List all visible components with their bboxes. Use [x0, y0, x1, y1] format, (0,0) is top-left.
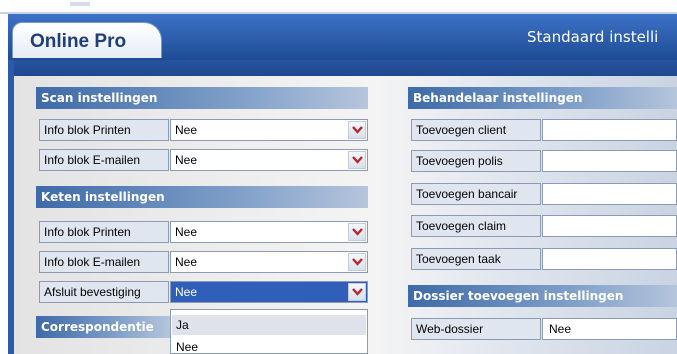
chevron-down-icon	[352, 258, 363, 266]
section-scan-heading: Scan instellingen	[36, 87, 368, 109]
dropdown-option-nee[interactable]: Nee	[172, 337, 366, 354]
scan-row-label: Info blok Printen	[39, 119, 169, 141]
select-value: Nee	[175, 123, 198, 137]
keten-row-label: Info blok E-mailen	[39, 251, 169, 273]
toevoegen-claim-field[interactable]	[542, 215, 677, 237]
scan-email-select[interactable]: Nee	[170, 149, 368, 171]
keten-row-label: Info blok Printen	[39, 221, 169, 243]
toevoegen-taak-field[interactable]	[542, 248, 677, 270]
select-value: Nee	[175, 225, 198, 239]
keten-print-select[interactable]: Nee	[170, 221, 368, 243]
app-tab-label: Online Pro	[30, 31, 127, 52]
window-title: Standaard instelli	[527, 28, 659, 46]
toevoegen-client-field[interactable]	[542, 119, 677, 141]
behandelaar-row-label: Toevoegen claim	[411, 215, 541, 237]
toevoegen-polis-field[interactable]	[542, 150, 677, 172]
dossier-row-label: Web-dossier	[411, 318, 541, 340]
toevoegen-bancair-field[interactable]	[542, 183, 677, 205]
behandelaar-row-label: Toevoegen polis	[411, 150, 541, 172]
dropdown-list: Ja Nee	[170, 309, 368, 354]
select-value: Nee	[175, 285, 198, 299]
dropdown-button[interactable]	[348, 253, 366, 271]
dropdown-button[interactable]	[348, 283, 366, 301]
chevron-down-icon	[352, 156, 363, 164]
chevron-down-icon	[352, 228, 363, 236]
behandelaar-row-label: Toevoegen bancair	[411, 183, 541, 205]
keten-afsluit-select[interactable]: Nee	[170, 281, 368, 303]
select-value: Nee	[175, 255, 198, 269]
dropdown-button[interactable]	[348, 121, 366, 139]
section-correspondentie-heading: Correspondentie	[36, 316, 170, 338]
section-behandelaar-heading: Behandelaar instellingen	[408, 87, 677, 109]
section-keten-heading: Keten instellingen	[36, 186, 368, 208]
top-strip-mark	[70, 2, 90, 6]
behandelaar-row-label: Toevoegen taak	[411, 248, 541, 270]
scan-row-label: Info blok E-mailen	[39, 149, 169, 171]
scan-print-select[interactable]: Nee	[170, 119, 368, 141]
web-dossier-select[interactable]: Nee	[542, 318, 677, 340]
chevron-down-icon	[352, 126, 363, 134]
dropdown-option-ja[interactable]: Ja	[172, 315, 366, 335]
keten-email-select[interactable]: Nee	[170, 251, 368, 273]
section-dossier-heading: Dossier toevoegen instellingen	[408, 285, 677, 307]
dropdown-button[interactable]	[348, 151, 366, 169]
select-value: Nee	[175, 153, 198, 167]
chevron-down-icon	[352, 288, 363, 296]
keten-row-label: Afsluit bevestiging	[39, 281, 169, 303]
behandelaar-row-label: Toevoegen client	[411, 119, 541, 141]
select-value: Nee	[549, 322, 572, 336]
dropdown-button[interactable]	[348, 223, 366, 241]
